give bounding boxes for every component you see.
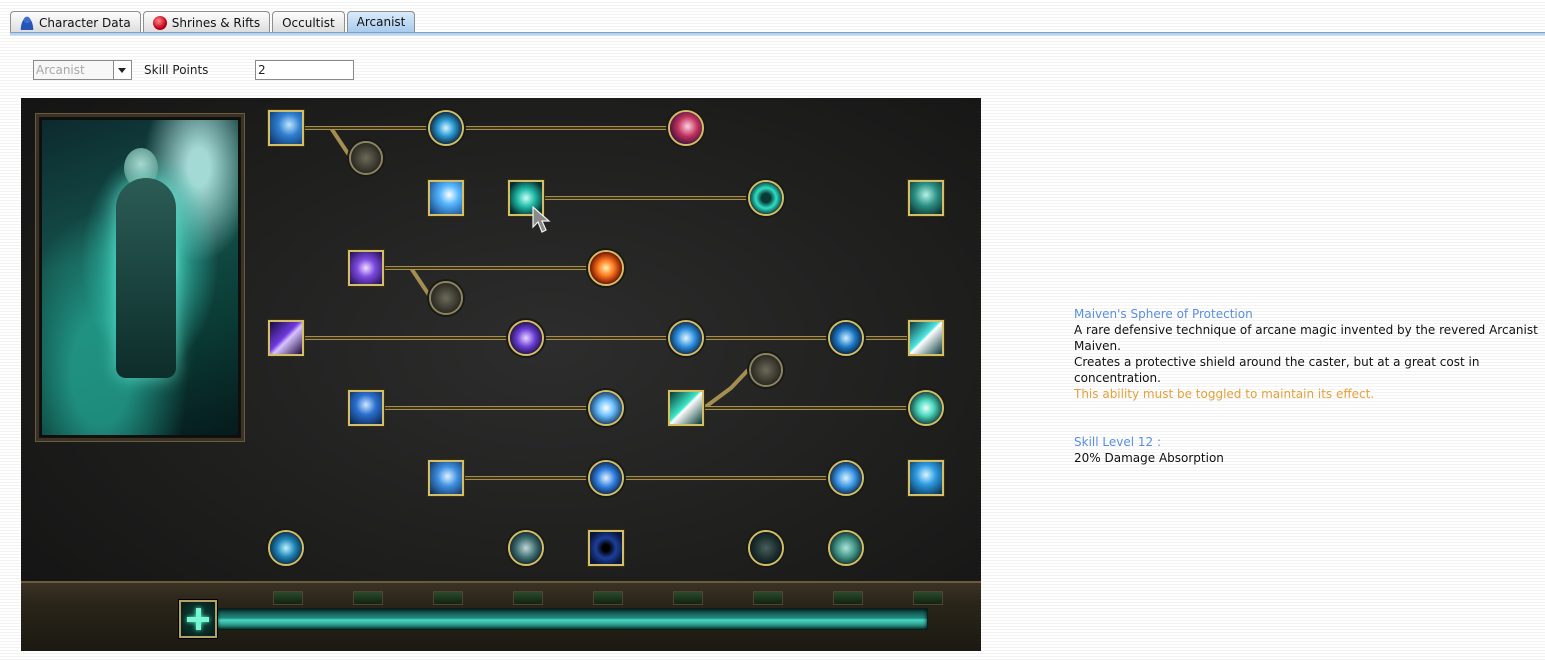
skill-r5-b[interactable] xyxy=(588,390,624,426)
skill-r3-b[interactable] xyxy=(588,250,624,286)
skill-r5-c[interactable] xyxy=(668,390,704,426)
tab-underline xyxy=(10,32,1545,36)
skill-r2-b[interactable] xyxy=(748,180,784,216)
skill-r4-b[interactable] xyxy=(508,320,544,356)
skill-description: Maiven's Sphere of Protection A rare def… xyxy=(1074,306,1545,466)
skill-toggle-note: This ability must be toggled to maintain… xyxy=(1074,387,1375,401)
person-icon xyxy=(20,15,34,30)
skill-r5-mod[interactable] xyxy=(749,353,783,387)
skill-r6-a[interactable] xyxy=(428,460,464,496)
skill-r1-c[interactable] xyxy=(668,110,704,146)
tab-character-data[interactable]: Character Data xyxy=(10,11,141,33)
mouse-cursor-icon xyxy=(532,206,551,233)
tab-arcanist[interactable]: Arcanist xyxy=(346,11,416,32)
skill-r7-a[interactable] xyxy=(268,530,304,566)
skill-r6-b[interactable] xyxy=(588,460,624,496)
skill-title: Maiven's Sphere of Protection xyxy=(1074,307,1253,321)
skill-r7-d[interactable] xyxy=(748,530,784,566)
tab-label: Arcanist xyxy=(356,15,406,29)
skill-r6-c[interactable] xyxy=(828,460,864,496)
mastery-select[interactable]: Arcanist xyxy=(33,60,132,80)
chevron-down-icon[interactable] xyxy=(113,61,131,79)
mastery-progress-bar xyxy=(216,608,928,630)
mastery-select-value: Arcanist xyxy=(36,63,85,77)
skill-points-label: Skill Points xyxy=(144,63,209,77)
tab-bar: Character Data Shrines & Rifts Occultist… xyxy=(10,11,417,33)
add-mastery-point-button[interactable] xyxy=(179,600,217,638)
skill-r3-mod[interactable] xyxy=(429,281,463,315)
column-slot xyxy=(273,591,303,605)
column-slot xyxy=(353,591,383,605)
skill-tree-panel xyxy=(21,98,981,651)
skill-r7-e[interactable] xyxy=(828,530,864,566)
column-slot xyxy=(433,591,463,605)
skill-r1-a[interactable] xyxy=(268,110,304,146)
skill-connections xyxy=(285,126,927,598)
skill-level-label: Skill Level 12 : xyxy=(1074,435,1161,449)
skill-level-effect: 20% Damage Absorption xyxy=(1074,451,1224,465)
skill-r7-b[interactable] xyxy=(508,530,544,566)
column-slot xyxy=(673,591,703,605)
column-guides xyxy=(285,138,927,598)
skill-r5-d[interactable] xyxy=(908,390,944,426)
tab-shrines-rifts[interactable]: Shrines & Rifts xyxy=(142,11,271,33)
skill-r4-d[interactable] xyxy=(828,320,864,356)
skill-r1-mod[interactable] xyxy=(349,141,383,175)
column-slot xyxy=(513,591,543,605)
column-slot xyxy=(833,591,863,605)
skill-r5-a[interactable] xyxy=(348,390,384,426)
skill-r7-c[interactable] xyxy=(588,530,624,566)
skill-r4-e[interactable] xyxy=(908,320,944,356)
tab-label: Occultist xyxy=(282,15,335,30)
tab-label: Shrines & Rifts xyxy=(171,15,261,30)
skill-r1-b[interactable] xyxy=(428,110,464,146)
column-slot xyxy=(913,591,943,605)
shrine-icon xyxy=(152,15,167,30)
skill-description-line: Creates a protective shield around the c… xyxy=(1074,355,1480,385)
skill-r4-c[interactable] xyxy=(668,320,704,356)
skill-description-line: A rare defensive technique of arcane mag… xyxy=(1074,323,1538,353)
skill-r3-a[interactable] xyxy=(348,250,384,286)
tab-occultist[interactable]: Occultist xyxy=(272,11,345,33)
skill-r6-d[interactable] xyxy=(908,460,944,496)
column-slot xyxy=(753,591,783,605)
skill-r2-a[interactable] xyxy=(428,180,464,216)
skill-r2-c[interactable] xyxy=(908,180,944,216)
skill-points-field[interactable]: 2 xyxy=(255,60,354,80)
tab-label: Character Data xyxy=(39,15,131,30)
skill-r4-a[interactable] xyxy=(268,320,304,356)
column-slot xyxy=(593,591,623,605)
